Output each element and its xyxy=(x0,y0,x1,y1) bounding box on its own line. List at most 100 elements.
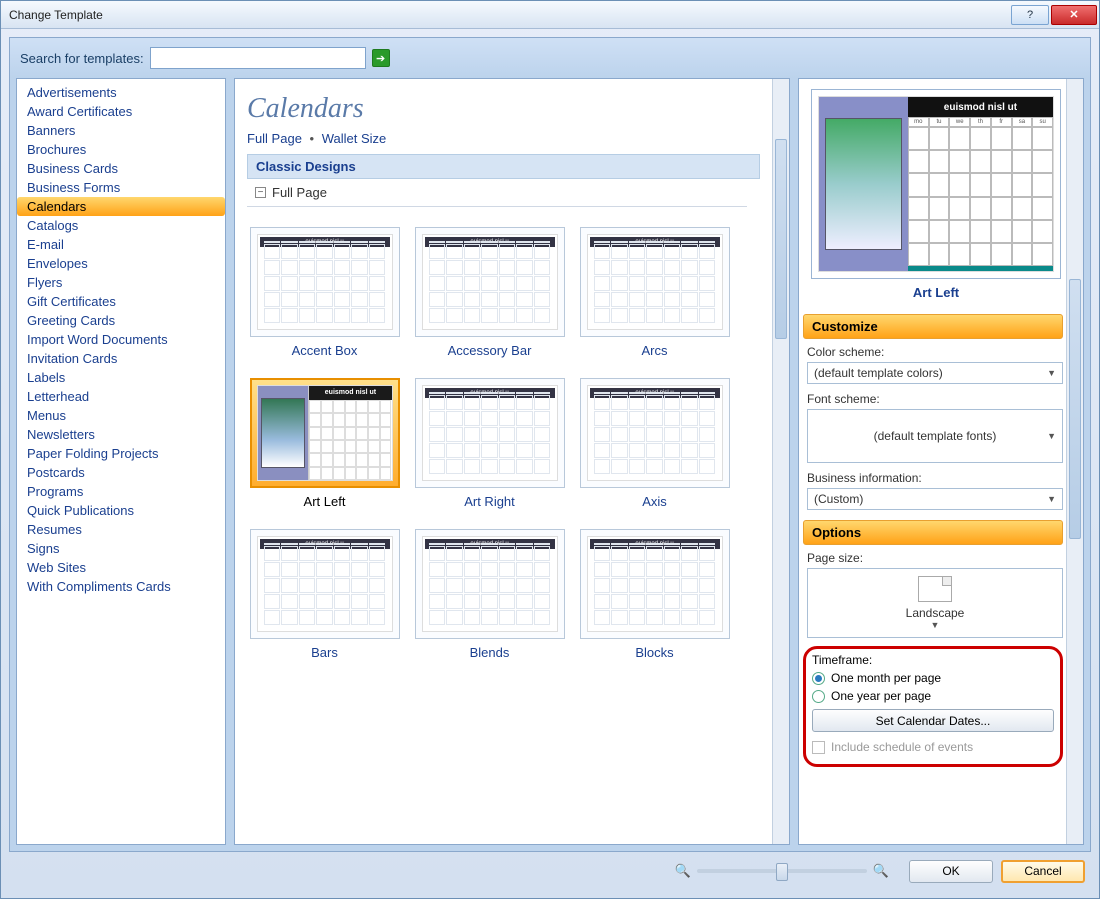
page-size-value: Landscape xyxy=(906,606,965,620)
page-size-label: Page size: xyxy=(807,551,1063,565)
category-item[interactable]: Paper Folding Projects xyxy=(17,444,225,463)
template-item[interactable]: euismod nisl uBars xyxy=(247,529,402,660)
template-item-label: Blocks xyxy=(635,639,673,660)
category-item[interactable]: Advertisements xyxy=(17,83,225,102)
design-section-header[interactable]: Classic Designs xyxy=(247,154,760,179)
timeframe-highlight: Timeframe: One month per page One year p… xyxy=(803,646,1063,767)
zoom-slider[interactable] xyxy=(697,869,867,873)
template-item-label: Arcs xyxy=(642,337,668,358)
checkbox-icon xyxy=(812,741,825,754)
template-item[interactable]: euismod nisl uArt Right xyxy=(412,378,567,509)
template-item-label: Axis xyxy=(642,488,667,509)
category-item[interactable]: Newsletters xyxy=(17,425,225,444)
category-item[interactable]: Award Certificates xyxy=(17,102,225,121)
template-preview: euismod nisl ut motuwethfrsasu xyxy=(811,89,1061,279)
category-panel: AdvertisementsAward CertificatesBannersB… xyxy=(16,78,226,845)
templates-title: Calendars xyxy=(247,79,777,131)
font-scheme-select[interactable]: (default template fonts) ▼ xyxy=(807,409,1063,463)
category-item[interactable]: Signs xyxy=(17,539,225,558)
category-item[interactable]: Catalogs xyxy=(17,216,225,235)
category-item[interactable]: Business Cards xyxy=(17,159,225,178)
radio-icon xyxy=(812,690,825,703)
chevron-down-icon: ▼ xyxy=(931,620,940,630)
template-item-label: Blends xyxy=(470,639,510,660)
template-item-label: Art Left xyxy=(304,488,346,509)
category-item[interactable]: Brochures xyxy=(17,140,225,159)
radio-one-year[interactable]: One year per page xyxy=(812,687,1054,705)
tab-wallet-size[interactable]: Wallet Size xyxy=(322,131,387,146)
preview-label: Art Left xyxy=(809,279,1063,306)
category-item[interactable]: Postcards xyxy=(17,463,225,482)
window-title: Change Template xyxy=(3,8,1011,22)
category-item[interactable]: Quick Publications xyxy=(17,501,225,520)
search-input[interactable] xyxy=(150,47,366,69)
options-panel: euismod nisl ut motuwethfrsasu Art Left … xyxy=(798,78,1084,845)
category-item[interactable]: Invitation Cards xyxy=(17,349,225,368)
options-scrollbar[interactable] xyxy=(1066,79,1083,844)
preview-header-text: euismod nisl ut xyxy=(908,97,1053,117)
include-events-checkbox: Include schedule of events xyxy=(812,738,1054,756)
category-item[interactable]: Calendars xyxy=(17,197,225,216)
search-label: Search for templates: xyxy=(20,51,144,66)
preview-image-placeholder xyxy=(825,118,901,250)
chevron-down-icon: ▼ xyxy=(1047,368,1056,378)
category-item[interactable]: Resumes xyxy=(17,520,225,539)
template-item[interactable]: euismod nisl uBlocks xyxy=(577,529,732,660)
group-full-page[interactable]: − Full Page xyxy=(247,179,747,207)
template-item[interactable]: euismod nisl uAccessory Bar xyxy=(412,227,567,358)
dialog-footer: 🔍 🔍 OK Cancel xyxy=(9,852,1091,890)
timeframe-label: Timeframe: xyxy=(812,653,1054,667)
color-scheme-label: Color scheme: xyxy=(807,345,1063,359)
template-item[interactable]: euismod nisl utArt Left xyxy=(247,378,402,509)
font-scheme-label: Font scheme: xyxy=(807,392,1063,406)
color-scheme-select[interactable]: (default template colors) ▼ xyxy=(807,362,1063,384)
radio-one-month[interactable]: One month per page xyxy=(812,669,1054,687)
template-panel: Calendars Full Page • Wallet Size Classi… xyxy=(234,78,790,845)
customize-header: Customize xyxy=(803,314,1063,339)
category-item[interactable]: Web Sites xyxy=(17,558,225,577)
template-item[interactable]: euismod nisl uBlends xyxy=(412,529,567,660)
category-item[interactable]: Banners xyxy=(17,121,225,140)
category-item[interactable]: Programs xyxy=(17,482,225,501)
category-item[interactable]: Envelopes xyxy=(17,254,225,273)
landscape-icon xyxy=(918,576,952,602)
category-item[interactable]: With Compliments Cards xyxy=(17,577,225,596)
category-item[interactable]: Menus xyxy=(17,406,225,425)
category-item[interactable]: Greeting Cards xyxy=(17,311,225,330)
category-item[interactable]: Business Forms xyxy=(17,178,225,197)
include-events-label: Include schedule of events xyxy=(831,740,973,754)
template-item[interactable]: euismod nisl uAccent Box xyxy=(247,227,402,358)
close-icon: ✕ xyxy=(1069,8,1078,21)
templates-scrollbar[interactable] xyxy=(772,79,789,844)
tab-full-page[interactable]: Full Page xyxy=(247,131,302,146)
help-button[interactable]: ? xyxy=(1011,5,1049,25)
category-item[interactable]: E-mail xyxy=(17,235,225,254)
page-size-select[interactable]: Landscape ▼ xyxy=(807,568,1063,638)
view-tabs: Full Page • Wallet Size xyxy=(247,131,777,154)
template-item-label: Art Right xyxy=(464,488,515,509)
chevron-down-icon: ▼ xyxy=(1047,431,1056,441)
category-item[interactable]: Gift Certificates xyxy=(17,292,225,311)
radio-one-year-label: One year per page xyxy=(831,689,931,703)
template-item-label: Bars xyxy=(311,639,338,660)
search-go-button[interactable]: ➔ xyxy=(372,49,390,67)
help-icon: ? xyxy=(1027,9,1033,21)
zoom-out-icon[interactable]: 🔍 xyxy=(675,863,691,879)
template-item[interactable]: euismod nisl uArcs xyxy=(577,227,732,358)
zoom-in-icon[interactable]: 🔍 xyxy=(873,863,889,879)
search-row: Search for templates: ➔ xyxy=(10,38,1090,78)
set-calendar-dates-button[interactable]: Set Calendar Dates... xyxy=(812,709,1054,732)
category-item[interactable]: Flyers xyxy=(17,273,225,292)
template-item-label: Accent Box xyxy=(292,337,358,358)
category-item[interactable]: Import Word Documents xyxy=(17,330,225,349)
dialog-body: Search for templates: ➔ AdvertisementsAw… xyxy=(9,37,1091,852)
category-item[interactable]: Letterhead xyxy=(17,387,225,406)
category-item[interactable]: Labels xyxy=(17,368,225,387)
cancel-button[interactable]: Cancel xyxy=(1001,860,1085,883)
template-item-label: Accessory Bar xyxy=(448,337,532,358)
template-item[interactable]: euismod nisl uAxis xyxy=(577,378,732,509)
close-button[interactable]: ✕ xyxy=(1051,5,1097,25)
ok-button[interactable]: OK xyxy=(909,860,993,883)
titlebar: Change Template ? ✕ xyxy=(1,1,1099,29)
business-info-select[interactable]: (Custom) ▼ xyxy=(807,488,1063,510)
